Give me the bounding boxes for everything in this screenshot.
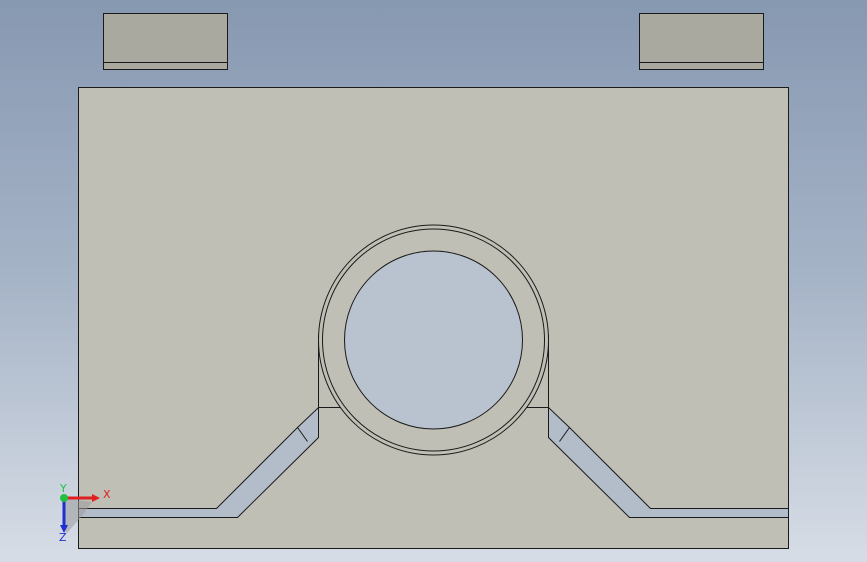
- bore-hole[interactable]: [344, 250, 523, 430]
- left-tab-body: [103, 13, 228, 70]
- right-mounting-tab[interactable]: [639, 13, 764, 70]
- right-tab-body: [639, 13, 764, 70]
- y-axis-label: Y: [59, 482, 67, 495]
- x-axis-label: X: [103, 488, 111, 501]
- z-axis-label: Z: [59, 531, 67, 544]
- left-mounting-tab[interactable]: [103, 13, 228, 70]
- graphics-viewport[interactable]: X Y Z: [0, 0, 867, 562]
- y-axis-marker: [60, 494, 68, 502]
- cad-drawing[interactable]: X Y Z: [0, 0, 867, 562]
